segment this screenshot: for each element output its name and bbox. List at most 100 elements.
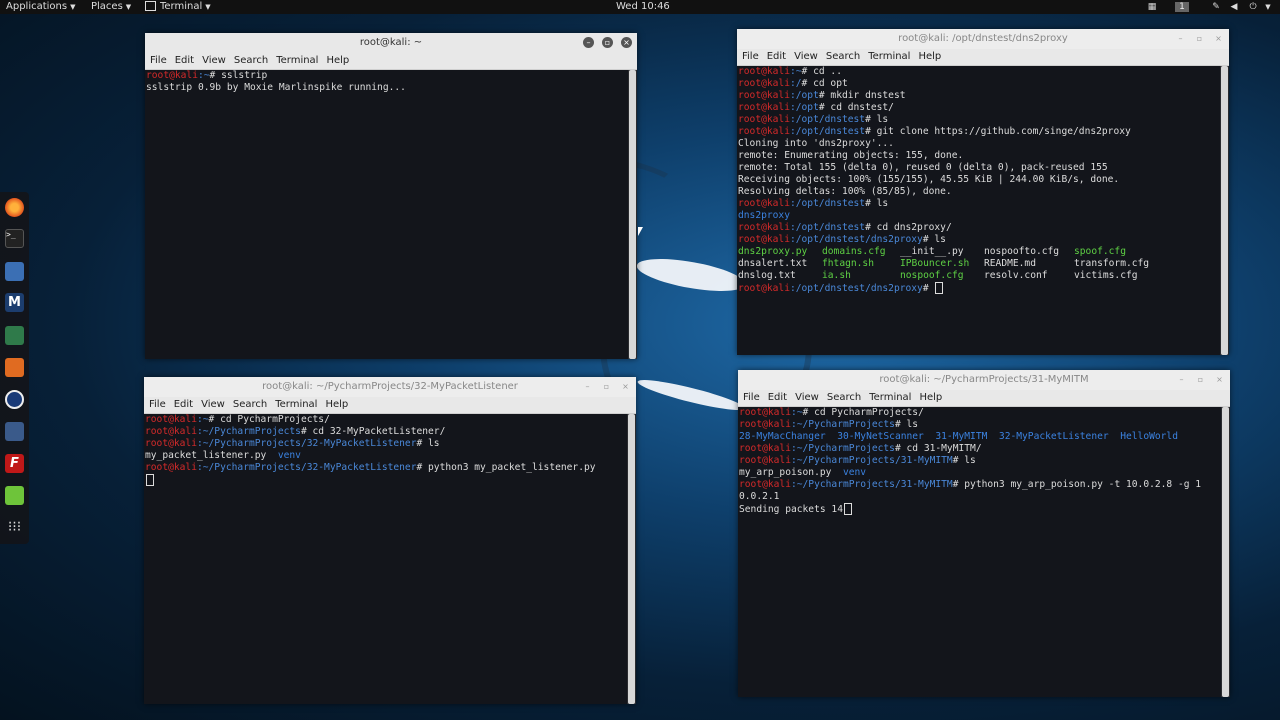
- prompt-user: root@kali: [738, 114, 790, 125]
- terminal-line: root@kali:/opt/dnstest# git clone https:…: [738, 126, 1220, 138]
- menu-edit[interactable]: Edit: [768, 392, 787, 403]
- menu-terminal[interactable]: Terminal: [869, 392, 911, 403]
- command-text: # ls: [894, 419, 919, 430]
- menu-file[interactable]: File: [743, 392, 760, 403]
- files-icon[interactable]: [5, 262, 24, 281]
- scrollbar[interactable]: [1221, 407, 1230, 697]
- scrollbar-thumb[interactable]: [628, 414, 635, 704]
- power-icon[interactable]: ⏻: [1248, 2, 1258, 12]
- menu-file[interactable]: File: [742, 51, 759, 62]
- faraday-icon[interactable]: F: [5, 454, 24, 473]
- scrollbar[interactable]: [627, 414, 636, 704]
- armitage-icon[interactable]: [5, 326, 24, 345]
- window-title: root@kali: ~: [359, 37, 423, 48]
- network-icon[interactable]: ▦: [1147, 2, 1157, 12]
- chevron-down-icon[interactable]: ▼: [1263, 2, 1273, 12]
- terminal-icon[interactable]: >_: [5, 229, 24, 248]
- menu-help[interactable]: Help: [326, 55, 349, 66]
- close-button[interactable]: ×: [620, 381, 631, 392]
- window-titlebar[interactable]: root@kali: ~/PycharmProjects/32-MyPacket…: [144, 377, 636, 397]
- menu-search[interactable]: Search: [827, 392, 861, 403]
- scrollbar-thumb[interactable]: [1222, 407, 1229, 697]
- scrollbar[interactable]: [1220, 66, 1229, 355]
- maximize-button[interactable]: ▫: [1194, 33, 1205, 44]
- maximize-button[interactable]: ▫: [602, 37, 613, 48]
- maximize-button[interactable]: ▫: [601, 381, 612, 392]
- terminal-window-packet-listener[interactable]: root@kali: ~/PycharmProjects/32-MyPacket…: [144, 377, 636, 704]
- scrollbar[interactable]: [628, 70, 637, 359]
- maximize-icon: ▫: [603, 382, 610, 391]
- menu-view[interactable]: View: [201, 399, 225, 410]
- firefox-icon[interactable]: [5, 198, 24, 217]
- menu-edit[interactable]: Edit: [174, 399, 193, 410]
- terminal-line: root@kali:~/PycharmProjects/32-MyPacketL…: [145, 438, 627, 450]
- close-button[interactable]: ×: [621, 37, 632, 48]
- terminal-window-dns2proxy[interactable]: root@kali: /opt/dnstest/dns2proxy – ▫ × Fi…: [737, 29, 1229, 355]
- prompt-path: :~: [197, 70, 210, 81]
- menu-terminal[interactable]: Terminal: [275, 399, 317, 410]
- leafpad-icon[interactable]: [5, 486, 24, 505]
- menu-edit[interactable]: Edit: [767, 51, 786, 62]
- command-text: # cd 32-MyPacketListener/: [300, 426, 446, 437]
- prompt-user: root@kali: [739, 443, 791, 454]
- window-titlebar[interactable]: root@kali: /opt/dnstest/dns2proxy – ▫ ×: [737, 29, 1229, 49]
- terminal-line: root@kali:~/PycharmProjects# cd 32-MyPac…: [145, 426, 627, 438]
- terminal-window-mitm[interactable]: root@kali: ~/PycharmProjects/31-MyMITM –…: [738, 370, 1230, 697]
- menu-file[interactable]: File: [149, 399, 166, 410]
- menu-view[interactable]: View: [202, 55, 226, 66]
- menu-file[interactable]: File: [150, 55, 167, 66]
- terminal-output[interactable]: root@kali:~# cd .. root@kali:/# cd opt roo…: [737, 66, 1220, 355]
- menu-search[interactable]: Search: [826, 51, 860, 62]
- workspace-indicator[interactable]: 1: [1175, 2, 1189, 12]
- terminal-line: dns2proxy: [738, 210, 1220, 222]
- file-name: dnsalert.txt: [738, 258, 808, 269]
- show-apps-icon[interactable]: ⁝⁝⁝: [5, 518, 24, 537]
- command-text: # ls: [416, 438, 440, 449]
- menu-terminal[interactable]: Terminal: [868, 51, 910, 62]
- beef-icon[interactable]: [5, 422, 24, 441]
- metasploit-icon[interactable]: M: [5, 293, 24, 312]
- menu-view[interactable]: View: [795, 392, 819, 403]
- scrollbar-thumb[interactable]: [1221, 66, 1228, 355]
- terminal-output[interactable]: root@kali:~# cd PycharmProjects/root@kal…: [738, 407, 1221, 697]
- terminal-window-sslstrip[interactable]: root@kali: ~ – ▫ × File Edit View Search Termi…: [145, 33, 637, 359]
- window-titlebar[interactable]: root@kali: ~ – ▫ ×: [145, 33, 637, 53]
- terminal-line: root@kali:~# cd PycharmProjects/: [739, 407, 1221, 419]
- clock[interactable]: Wed 10:46: [616, 0, 670, 14]
- terminal-app-menu[interactable]: Terminal ▼: [145, 0, 211, 14]
- close-button[interactable]: ×: [1213, 33, 1224, 44]
- burpsuite-icon[interactable]: [5, 358, 24, 377]
- menu-edit[interactable]: Edit: [175, 55, 194, 66]
- prompt-path: :/opt/dnstest: [789, 198, 866, 209]
- prompt-path: :~/PycharmProjects/31-MyMITM: [790, 479, 953, 490]
- terminal-output[interactable]: root@kali:~# cd PycharmProjects/root@kal…: [144, 414, 627, 704]
- applications-menu[interactable]: Applications ▼: [6, 0, 75, 14]
- minimize-button[interactable]: –: [583, 37, 594, 48]
- places-menu[interactable]: Places ▼: [91, 0, 131, 14]
- maximize-icon: ▫: [1196, 34, 1203, 43]
- scrollbar-thumb[interactable]: [629, 70, 636, 359]
- menu-help[interactable]: Help: [918, 51, 941, 62]
- minimize-button[interactable]: –: [1175, 33, 1186, 44]
- menu-terminal[interactable]: Terminal: [276, 55, 318, 66]
- terminal-line: Sending packets 14: [739, 503, 1221, 516]
- minimize-button[interactable]: –: [582, 381, 593, 392]
- output-text: remote: Total 155 (delta 0), reused 0 (d…: [738, 162, 1108, 173]
- minimize-button[interactable]: –: [1176, 374, 1187, 385]
- close-button[interactable]: ×: [1214, 374, 1225, 385]
- menu-help[interactable]: Help: [325, 399, 348, 410]
- maximize-button[interactable]: ▫: [1195, 374, 1206, 385]
- window-titlebar[interactable]: root@kali: ~/PycharmProjects/31-MyMITM –…: [738, 370, 1230, 390]
- prompt-path: :~/PycharmProjects: [790, 443, 895, 454]
- terminal-output[interactable]: root@kali:~# sslstrip sslstrip 0.9b by Mo…: [145, 70, 628, 359]
- window-title: root@kali: /opt/dnstest/dns2proxy: [898, 33, 1068, 44]
- tools-icon[interactable]: ✎: [1211, 2, 1221, 12]
- executable-name: spoof.cfg: [1074, 246, 1126, 257]
- maltego-icon[interactable]: [5, 390, 24, 409]
- terminal-line: my_packet_listener.py venv: [145, 450, 627, 462]
- volume-icon[interactable]: ◀: [1229, 2, 1239, 12]
- menu-help[interactable]: Help: [919, 392, 942, 403]
- menu-view[interactable]: View: [794, 51, 818, 62]
- menu-search[interactable]: Search: [234, 55, 268, 66]
- menu-search[interactable]: Search: [233, 399, 267, 410]
